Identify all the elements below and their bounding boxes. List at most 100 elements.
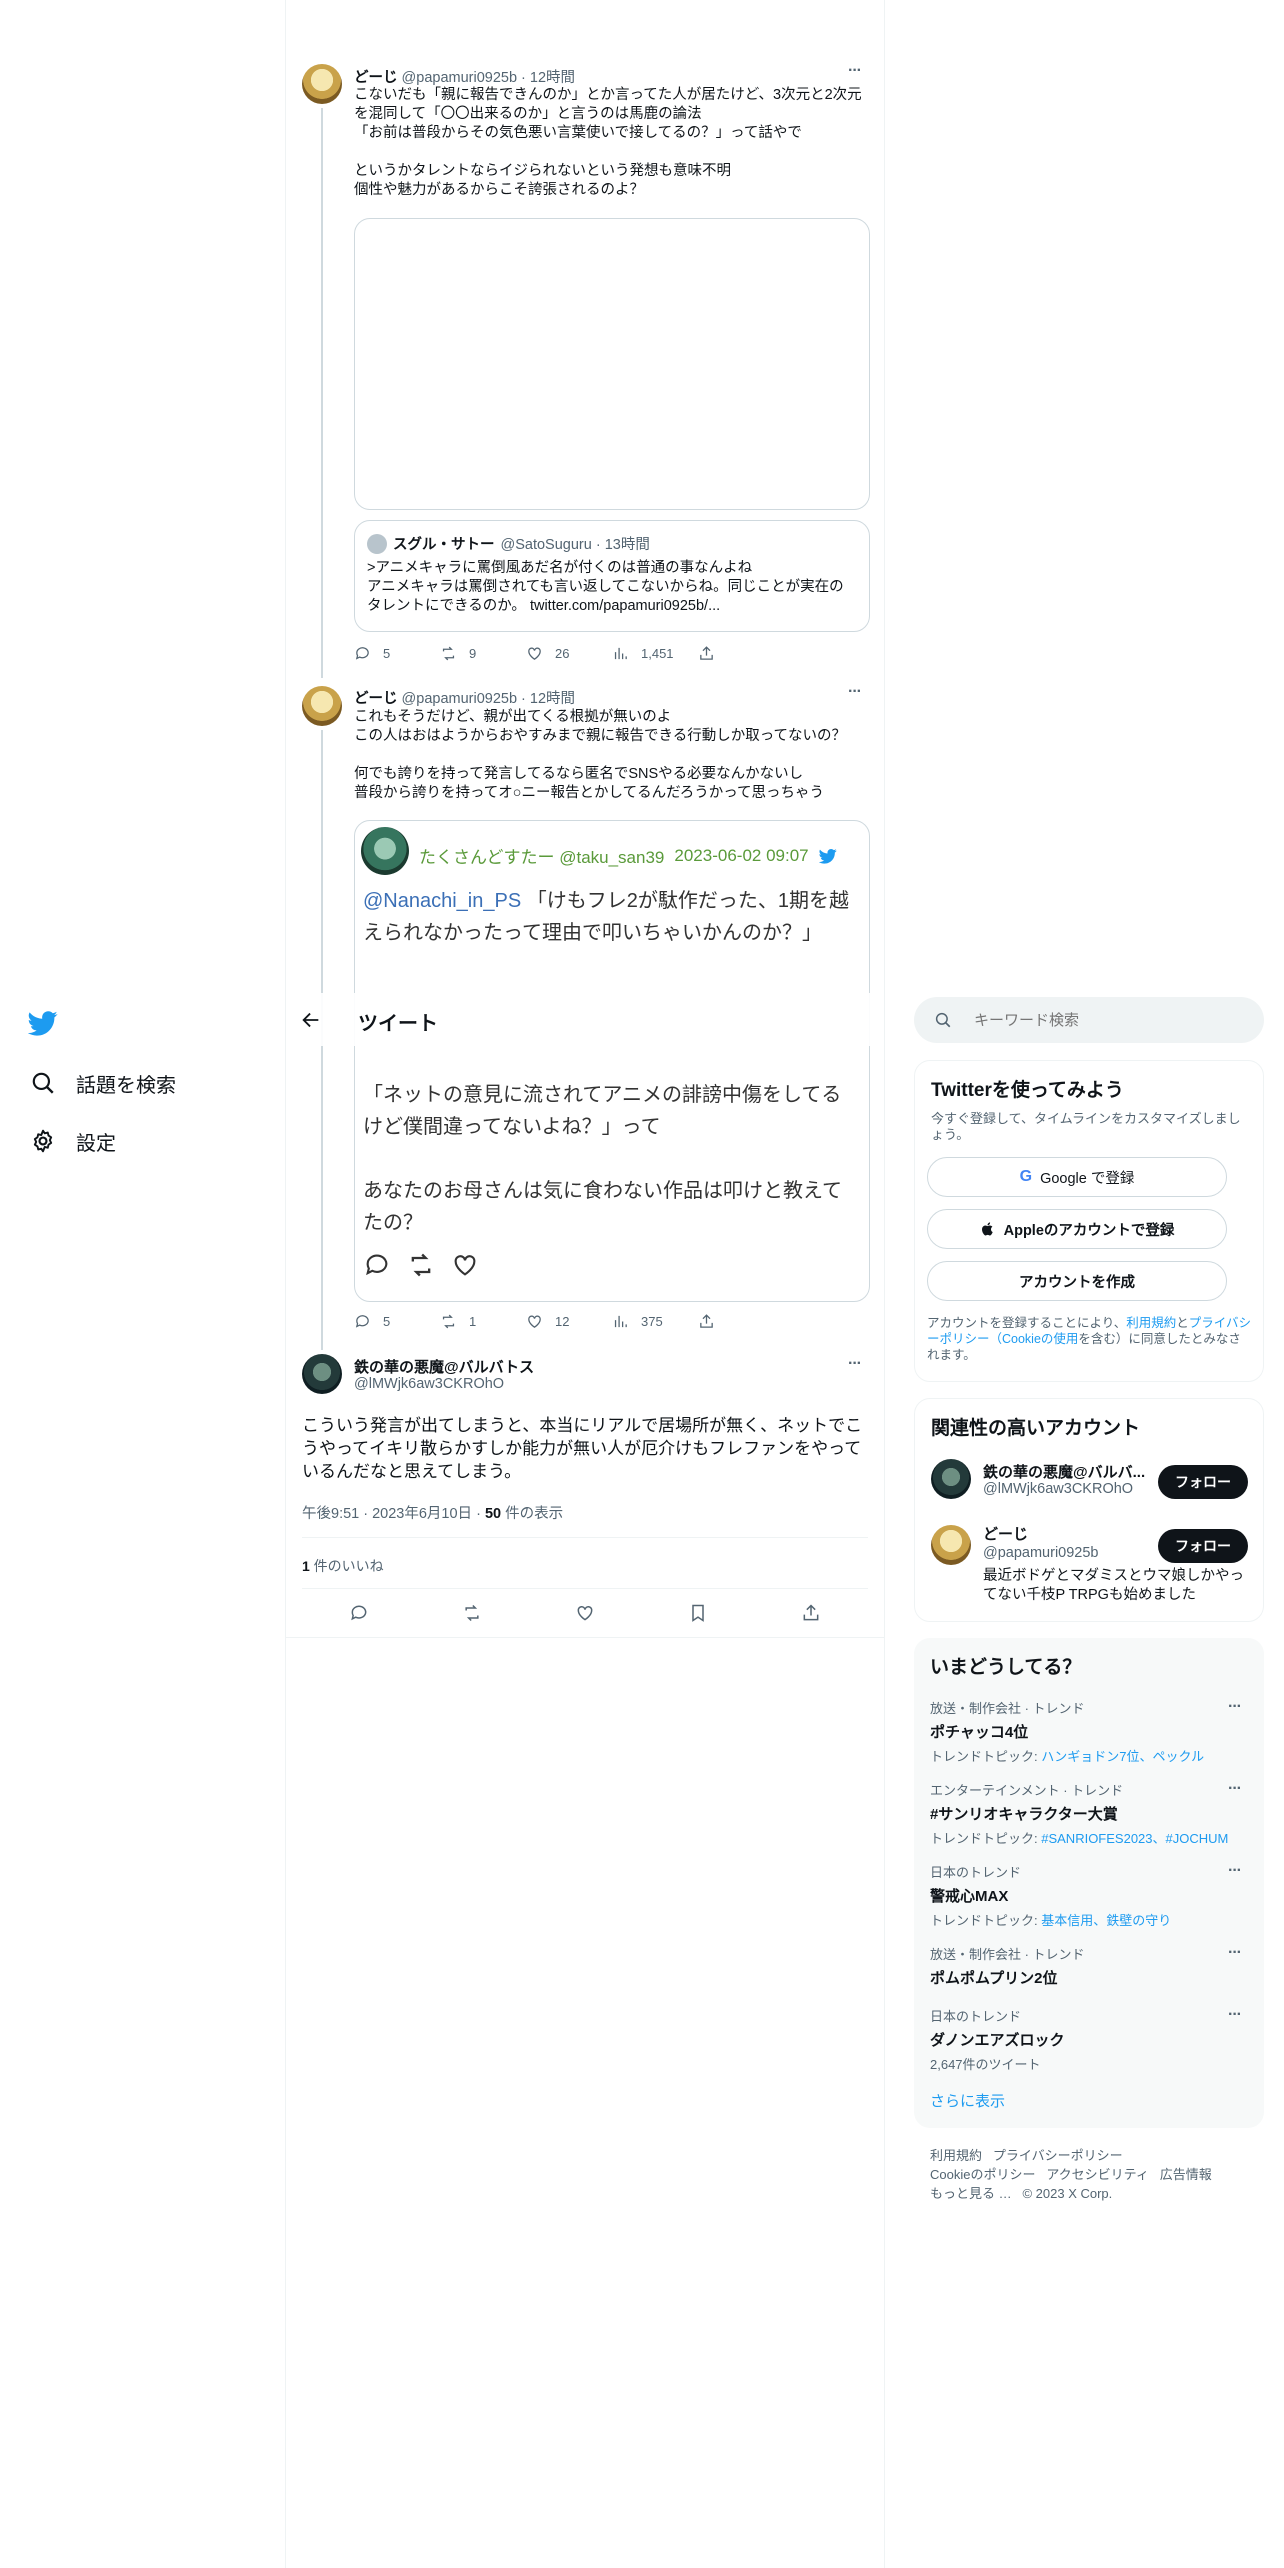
reply-icon[interactable] [349, 1603, 369, 1623]
trend-item[interactable]: エンターテインメント · トレンド #サンリオキャラクター大賞 トレンドトピック… [930, 1780, 1250, 1847]
more-icon[interactable]: ··· [1228, 1944, 1242, 1962]
embed-text: @Nanachi_in_PS 「けもフレ2が駄作だった、1期を越えられなかったっ… [363, 890, 849, 944]
avatar[interactable] [931, 1525, 971, 1565]
tweet-text: こないだも「親に報告できんのか」とか言ってた人が居たけど、3次元と2次元を混同し… [354, 87, 862, 198]
reply-button[interactable]: 5 [354, 643, 440, 663]
more-icon[interactable]: ··· [1228, 1780, 1242, 1798]
embedded-tweet-card[interactable]: たくさんどすたー @taku_san39 2023-06-02 09:07 @N… [354, 820, 870, 1302]
retweet-icon[interactable] [407, 1251, 435, 1279]
views-button[interactable]: 375 [612, 1311, 698, 1331]
embed-text-continued: 「ネットの意見に流されてアニメの誹謗中傷をしてるけど僕間違ってないよね？」って … [363, 1084, 842, 1234]
quote-meta: @SatoSuguru · 13時間 [500, 537, 650, 553]
account-handle: @lMWjk6aw3CKROhO [983, 1481, 1134, 1497]
heart-icon [528, 647, 541, 660]
footer-cookie[interactable]: Cookieのポリシー [930, 2167, 1035, 2182]
apple-signup-button[interactable]: Appleのアカウントで登録 [927, 1209, 1227, 1249]
views-count: 50 [484, 1506, 502, 1522]
share-icon[interactable] [801, 1603, 821, 1623]
footer-privacy[interactable]: プライバシーポリシー [993, 2148, 1123, 2163]
footer-more[interactable]: もっと見る … [930, 2186, 1012, 2201]
google-icon: G [1019, 1168, 1033, 1185]
right-column-divider [884, 0, 885, 2568]
search-box[interactable] [914, 997, 1264, 1043]
back-arrow-icon[interactable] [300, 1009, 322, 1031]
chart-icon [614, 647, 627, 659]
share-icon [700, 1313, 713, 1328]
nav-settings-label: 設定 [76, 1132, 116, 1155]
quote-author: スグル・サトー [393, 537, 495, 553]
avatar[interactable] [302, 686, 342, 726]
footer-ads[interactable]: 広告情報 [1160, 2167, 1212, 2182]
account-name[interactable]: どーじ [983, 1523, 1028, 1544]
nav-search[interactable]: 話題を検索 [30, 1068, 176, 1098]
gear-icon [33, 1129, 53, 1153]
search-input[interactable] [972, 1010, 1236, 1030]
divider [302, 1537, 868, 1538]
reply-icon [355, 646, 369, 660]
share-icon [700, 645, 713, 660]
footer-accessibility[interactable]: アクセシビリティ [1046, 2167, 1149, 2182]
more-icon[interactable]: ··· [848, 1355, 862, 1373]
more-icon[interactable]: ··· [848, 62, 862, 80]
more-icon[interactable]: ··· [848, 683, 862, 701]
divider [286, 1637, 884, 1638]
author-name[interactable]: 鉄の華の悪魔@バルバトス [354, 1356, 534, 1377]
more-icon[interactable]: ··· [1228, 2006, 1242, 2024]
retweet-button[interactable]: 9 [440, 643, 526, 663]
account-name[interactable]: 鉄の華の悪魔@バルバ... [983, 1461, 1153, 1482]
tweet-timestamp: 午後9:51 · 2023年6月10日 · 50 件の表示 [302, 1506, 564, 1522]
heart-icon[interactable] [575, 1603, 595, 1623]
likes-summary[interactable]: 1 件のいいね [302, 1556, 384, 1576]
nav-settings[interactable]: 設定 [30, 1126, 116, 1156]
trend-item[interactable]: 放送・制作会社 · トレンド ポムポムプリン2位 [930, 1944, 1250, 1988]
apple-icon [981, 1222, 993, 1236]
reply-icon[interactable] [363, 1251, 391, 1279]
chart-icon [614, 1315, 627, 1327]
avatar[interactable] [302, 1354, 342, 1394]
twitter-logo-icon[interactable] [27, 1008, 60, 1040]
terms-link[interactable]: 利用規約 [1126, 1316, 1176, 1330]
retweet-button[interactable]: 1 [440, 1311, 526, 1331]
quote-avatar [367, 533, 387, 554]
follow-button[interactable]: フォロー [1158, 1529, 1248, 1563]
related-title: 関連性の高いアカウント [931, 1418, 1141, 1439]
heart-icon [528, 1315, 541, 1328]
retweet-icon[interactable] [462, 1603, 482, 1623]
quote-tweet[interactable]: スグル・サトー @SatoSuguru · 13時間 >アニメキャラに罵倒風あだ… [354, 520, 870, 632]
like-button[interactable]: 26 [526, 643, 612, 663]
author-handle[interactable]: @lMWjk6aw3CKROhO [354, 1376, 504, 1392]
views-button[interactable]: 1,451 [612, 643, 698, 663]
media-placeholder[interactable] [354, 218, 870, 510]
signup-title: Twitterを使ってみよう [931, 1080, 1124, 1101]
tweet-header: どーじ @papamuri0925b · 12時間 [354, 66, 575, 87]
more-icon[interactable]: ··· [1228, 1698, 1242, 1716]
like-button[interactable]: 12 [526, 1311, 612, 1331]
follow-button[interactable]: フォロー [1158, 1465, 1248, 1499]
left-column-divider [285, 0, 286, 2568]
author-name[interactable]: どーじ [354, 70, 398, 86]
bookmark-icon[interactable] [688, 1603, 708, 1623]
sticky-header: ツイート [286, 993, 884, 1046]
main-tweet-text: こういう発言が出てしまうと、本当にリアルで居場所が無く、ネットでこうやってイキリ… [302, 1416, 863, 1481]
embed-header: たくさんどすたー @taku_san39 2023-06-02 09:07 [419, 843, 837, 868]
google-signup-button[interactable]: G Google で登録 [927, 1157, 1227, 1197]
trend-item[interactable]: 放送・制作会社 · トレンド ポチャッコ4位 トレンドトピック: ハンギョドン7… [930, 1698, 1250, 1765]
avatar[interactable] [931, 1459, 971, 1499]
embed-mention[interactable]: @Nanachi_in_PS [363, 890, 521, 912]
trend-item[interactable]: 日本のトレンド ダノンエアズロック 2,647件のツイート [930, 2006, 1250, 2073]
heart-icon[interactable] [451, 1251, 479, 1279]
more-icon[interactable]: ··· [1228, 1862, 1242, 1880]
author-name[interactable]: どーじ [354, 691, 398, 707]
thread-line [321, 108, 323, 678]
tweet-header: どーじ @papamuri0925b · 12時間 [354, 687, 575, 708]
avatar[interactable] [302, 64, 342, 104]
footer-links: 利用規約 プライバシーポリシー Cookieのポリシー アクセシビリティ 広告情… [930, 2146, 1260, 2203]
share-button[interactable] [698, 1311, 784, 1331]
quote-text: >アニメキャラに罵倒風あだ名が付くのは普通の事なんよね アニメキャラは罵倒されて… [367, 560, 844, 614]
reply-button[interactable]: 5 [354, 1311, 440, 1331]
footer-terms[interactable]: 利用規約 [930, 2148, 982, 2163]
create-account-button[interactable]: アカウントを作成 [927, 1261, 1227, 1301]
share-button[interactable] [698, 643, 784, 663]
trend-item[interactable]: 日本のトレンド 警戒心MAX トレンドトピック: 基本信用、鉄壁の守り [930, 1862, 1250, 1929]
show-more-link[interactable]: さらに表示 [930, 2090, 1005, 2111]
